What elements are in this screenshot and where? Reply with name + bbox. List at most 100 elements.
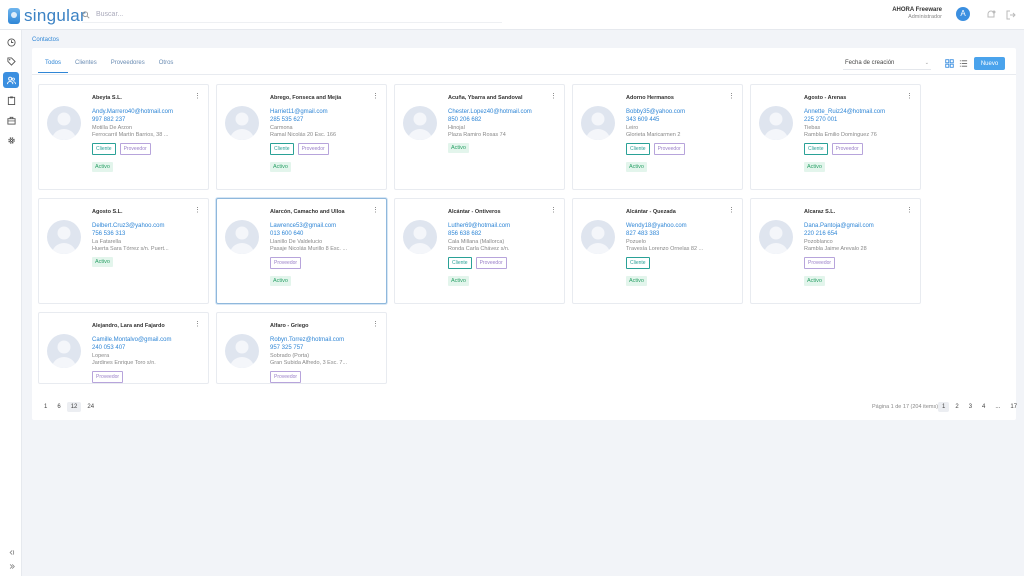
sidebar-item-settings[interactable] (3, 132, 19, 148)
avatar-placeholder-icon (764, 112, 788, 140)
contact-phone[interactable]: 343 609 445 (626, 117, 659, 123)
sidebar-item-contacts[interactable] (3, 72, 19, 88)
contact-card[interactable]: Alejandro, Lara and Fajardo ⋮ Camille.Mont… (38, 312, 209, 384)
status-badge: Activo (92, 257, 113, 267)
contact-email[interactable]: Chester.Lopez40@hotmail.com (448, 109, 532, 115)
tag-cliente: Cliente (448, 257, 472, 269)
user-avatar[interactable]: A (956, 7, 970, 21)
contact-phone[interactable]: 240 053 407 (92, 345, 125, 351)
contact-name: Acuña, Ybarra and Sandoval (448, 95, 523, 101)
contact-name: Abeyta S.L. (92, 95, 122, 101)
page-size-option[interactable]: 6 (53, 402, 64, 412)
contact-card[interactable]: Alarcón, Camacho and Ulloa ⋮ Lawrence53@gm… (216, 198, 387, 304)
more-options-icon[interactable]: ⋮ (728, 206, 735, 214)
page-number[interactable]: 17 (1006, 402, 1021, 412)
users-icon (6, 76, 16, 84)
contact-email[interactable]: Delbert.Cruz3@yahoo.com (92, 223, 164, 229)
contact-name: Alcántar - Quezada (626, 209, 676, 215)
page-size-option[interactable]: 1 (40, 402, 51, 412)
contact-tags: Cliente Proveedor (92, 143, 151, 155)
contact-card[interactable]: Alcántar - Ontiveros ⋮ Luther69@hotmail.co… (394, 198, 565, 304)
sidebar-item-documents[interactable] (3, 92, 19, 108)
contact-email[interactable]: Bobby35@yahoo.com (626, 109, 685, 115)
contact-card[interactable]: Abeyta S.L. ⋮ Andy.Marrero40@hotmail.com 99… (38, 84, 209, 190)
more-options-icon[interactable]: ⋮ (372, 206, 379, 214)
more-options-icon[interactable]: ⋮ (194, 320, 201, 328)
page-number[interactable]: 3 (965, 402, 976, 412)
tab-proveedores[interactable]: Proveedores (104, 56, 152, 73)
contact-tags: Proveedor (92, 371, 124, 383)
page-number[interactable]: 1 (938, 402, 950, 412)
page-size-selector: 1 6 12 24 (40, 402, 98, 412)
page-number[interactable]: 2 (951, 402, 962, 412)
contact-name: Alarcón, Camacho and Ulloa (270, 209, 345, 215)
contact-address: Ronda Carla Chávez s/n. (448, 246, 510, 252)
page-number[interactable]: 4 (978, 402, 989, 412)
sidebar-item-tags[interactable] (3, 53, 19, 69)
breadcrumb[interactable]: Contactos (32, 37, 59, 43)
contact-phone[interactable]: 225 270 001 (804, 117, 837, 123)
contact-card[interactable]: Adorno Hermanos ⋮ Bobby35@yahoo.com 343 609… (572, 84, 743, 190)
contact-email[interactable]: Harriet11@gmail.com (270, 109, 328, 115)
contact-email[interactable]: Robyn.Torrez@hotmail.com (270, 337, 344, 343)
search-input[interactable] (96, 11, 476, 18)
contact-phone[interactable]: 997 882 237 (92, 117, 125, 123)
tab-clientes[interactable]: Clientes (68, 56, 104, 73)
list-view-button[interactable] (957, 57, 969, 69)
more-options-icon[interactable]: ⋮ (194, 206, 201, 214)
sidebar-expand-button[interactable] (3, 558, 19, 574)
user-info[interactable]: AHORA Freeware Administrador (892, 7, 942, 20)
more-options-icon[interactable]: ⋮ (194, 92, 201, 100)
tag-proveedor: Proveedor (92, 371, 124, 383)
more-options-icon[interactable]: ⋮ (728, 92, 735, 100)
new-contact-button[interactable]: Nuevo (974, 57, 1005, 70)
tag-cliente: Cliente (92, 143, 116, 155)
contact-city: La Fatarella (92, 239, 122, 245)
grid-view-button[interactable] (943, 57, 955, 69)
contact-phone[interactable]: 957 325 757 (270, 345, 303, 351)
sidebar-item-products[interactable] (3, 112, 19, 128)
more-options-icon[interactable]: ⋮ (550, 206, 557, 214)
clock-icon (6, 37, 16, 47)
contact-card[interactable]: Alfaro - Griego ⋮ Robyn.Torrez@hotmail.com… (216, 312, 387, 384)
contact-email[interactable]: Dana.Pantoja@gmail.com (804, 223, 874, 229)
search-box (82, 7, 502, 23)
app-logo[interactable]: singular (8, 6, 86, 26)
contact-email[interactable]: Lawrence53@gmail.com (270, 223, 336, 229)
contact-email[interactable]: Luther69@hotmail.com (448, 223, 510, 229)
contact-address: Ramal Nicolás 20 Esc. 166 (270, 132, 337, 138)
more-options-icon[interactable]: ⋮ (372, 320, 379, 328)
contact-city: Pozuelo (626, 239, 646, 245)
contact-card[interactable]: Acuña, Ybarra and Sandoval ⋮ Chester.Lopez… (394, 84, 565, 190)
contact-phone[interactable]: 756 536 313 (92, 231, 125, 237)
contact-email[interactable]: Annette_Ruiz24@hotmail.com (804, 109, 885, 115)
contact-card[interactable]: Alcaraz S.L. ⋮ Dana.Pantoja@gmail.com 220 2… (750, 198, 921, 304)
tab-otros[interactable]: Otros (152, 56, 181, 73)
contact-card[interactable]: Agosto S.L. ⋮ Delbert.Cruz3@yahoo.com 756 5… (38, 198, 209, 304)
contact-name: Adorno Hermanos (626, 95, 674, 101)
contact-phone[interactable]: 285 535 627 (270, 117, 303, 123)
contact-phone[interactable]: 856 638 682 (448, 231, 481, 237)
page-size-option[interactable]: 24 (83, 402, 98, 412)
contact-name: Alcaraz S.L. (804, 209, 836, 215)
more-options-icon[interactable]: ⋮ (372, 92, 379, 100)
contact-email[interactable]: Wendy18@yahoo.com (626, 223, 687, 229)
more-options-icon[interactable]: ⋮ (550, 92, 557, 100)
page-size-option[interactable]: 12 (66, 402, 82, 412)
contact-card[interactable]: Agosto - Arenas ⋮ Annette_Ruiz24@hotmail.c… (750, 84, 921, 190)
contact-email[interactable]: Andy.Marrero40@hotmail.com (92, 109, 173, 115)
contact-phone[interactable]: 220 216 654 (804, 231, 837, 237)
contact-phone[interactable]: 827 483 383 (626, 231, 659, 237)
more-options-icon[interactable]: ⋮ (906, 92, 913, 100)
contact-card[interactable]: Abrego, Fonseca and Mejía ⋮ Harriet11@gmai… (216, 84, 387, 190)
contact-phone[interactable]: 850 206 682 (448, 117, 481, 123)
contact-email[interactable]: Camille.Montalvo@gmail.com (92, 337, 171, 343)
sidebar-item-dashboard[interactable] (3, 34, 19, 50)
tab-todos[interactable]: Todos (38, 56, 69, 73)
sort-select[interactable]: Fecha de creación ⌄ (843, 58, 931, 70)
contact-card[interactable]: Alcántar - Quezada ⋮ Wendy18@yahoo.com 827 … (572, 198, 743, 304)
more-options-icon[interactable]: ⋮ (906, 206, 913, 214)
notifications-icon[interactable] (985, 9, 997, 21)
logout-icon[interactable] (1005, 9, 1017, 21)
contact-phone[interactable]: 013 600 640 (270, 231, 303, 237)
